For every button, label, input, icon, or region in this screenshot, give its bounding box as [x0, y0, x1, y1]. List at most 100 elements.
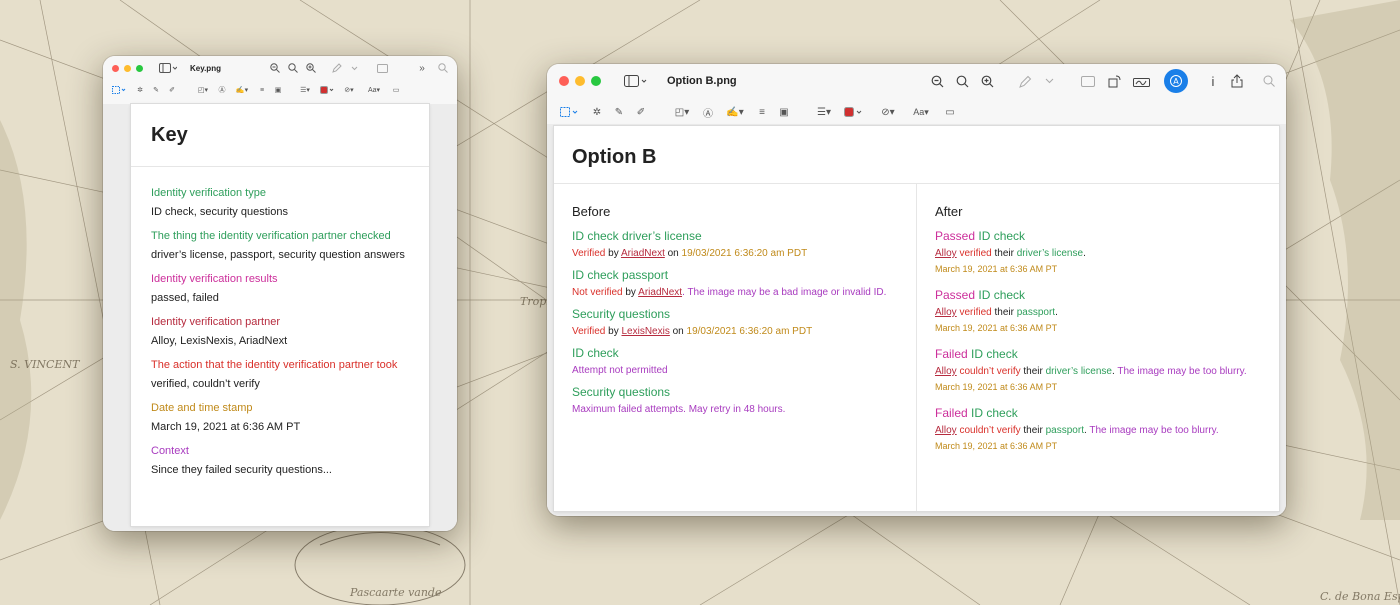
their-text: their [1023, 366, 1043, 377]
zoom-fit-icon[interactable] [954, 73, 970, 89]
instant-alpha-icon[interactable]: ✲ [135, 85, 145, 95]
by-text: by [608, 248, 619, 259]
rotate-icon[interactable] [1106, 73, 1122, 89]
close-button[interactable] [559, 76, 569, 86]
sketch-icon[interactable]: ✎ [151, 85, 161, 95]
sign-icon[interactable]: ✍▾ [723, 105, 747, 119]
timestamp: March 19, 2021 at 6:36 AM PT [935, 441, 1058, 451]
minimize-button[interactable] [575, 76, 585, 86]
key-value-timestamp: March 19, 2021 at 6:36 AM PT [151, 421, 301, 433]
zoom-out-icon[interactable] [269, 62, 281, 74]
shapes-icon[interactable]: ◰▾ [671, 105, 693, 119]
option-heading: Option B [572, 146, 657, 168]
selection-tool-icon[interactable] [559, 105, 581, 119]
chevron-down-icon[interactable] [349, 62, 359, 74]
zoom-in-icon[interactable] [979, 73, 995, 89]
partner-link[interactable]: LexisNexis [621, 326, 669, 337]
zoom-button[interactable] [591, 76, 601, 86]
instant-alpha-icon[interactable]: ✲ [591, 105, 603, 119]
search-icon[interactable] [1261, 73, 1277, 89]
key-label-action: The action that the identity verificatio… [151, 359, 398, 371]
key-value-subject: driver’s license, passport, security que… [151, 249, 405, 261]
selection-tool-icon[interactable] [111, 85, 127, 95]
partner-link[interactable]: AriadNext [621, 248, 665, 259]
on-text: on [667, 248, 679, 259]
svg-text:S. VINCENT: S. VINCENT [10, 358, 81, 371]
partner-link[interactable]: Alloy [935, 366, 957, 377]
info-icon[interactable]: i [1206, 73, 1220, 89]
sidebar-toggle-icon[interactable] [623, 72, 649, 90]
check-type: ID check [572, 268, 619, 282]
partner-link[interactable]: Alloy [935, 307, 957, 318]
text-icon[interactable]: Ⓐ [217, 85, 227, 95]
zoom-fit-icon[interactable] [287, 62, 299, 74]
more-icon[interactable]: » [415, 62, 429, 74]
sidebar-toggle-icon[interactable] [158, 62, 178, 74]
draw-icon[interactable]: ✐ [635, 105, 647, 119]
before-heading: Before [572, 204, 611, 219]
annotate-icon[interactable]: ▭ [943, 105, 957, 119]
key-window-title: Key.png [190, 64, 221, 73]
option-document: Option B Before ID check driver’s licens… [554, 126, 1279, 511]
share-icon[interactable] [1229, 73, 1245, 89]
adjust-size-icon[interactable]: ▣ [777, 105, 791, 119]
key-heading-divider [131, 166, 429, 167]
zoom-in-icon[interactable] [305, 62, 317, 74]
text-style-icon[interactable]: Aa▾ [365, 85, 383, 95]
context-text: . The image may be a bad image or invali… [682, 287, 887, 298]
check-type: Security questions [572, 307, 671, 321]
adjust-color-icon[interactable]: ≡ [257, 85, 267, 95]
partner-link[interactable]: Alloy [935, 248, 957, 259]
crop-icon[interactable] [1080, 73, 1096, 89]
action-status: Not verified [572, 287, 623, 298]
key-label-results: Identity verification results [151, 273, 278, 285]
sign-icon[interactable]: ✍▾ [233, 85, 251, 95]
key-label-type: Identity verification type [151, 187, 266, 199]
timestamp: March 19, 2021 at 6:36 AM PT [935, 382, 1058, 392]
key-document: Key Identity verification type ID check,… [131, 104, 429, 526]
adjust-size-icon[interactable]: ▣ [273, 85, 283, 95]
key-canvas: Key Identity verification type ID check,… [103, 104, 457, 531]
crop-icon[interactable] [375, 62, 389, 74]
check-type: ID check [978, 229, 1026, 243]
border-color-icon[interactable] [319, 85, 335, 95]
draw-icon[interactable]: ✐ [167, 85, 177, 95]
action-status: verified [959, 307, 992, 318]
action-status: Verified [572, 248, 606, 259]
markup-toolbar: ✲ ✎ ✐ ◰▾ Ⓐ ✍▾ ≡ ▣ ☰▾ ⊘▾ Aa▾ ▭ [559, 104, 959, 120]
partner-link[interactable]: Alloy [935, 425, 957, 436]
markup-pen-icon[interactable] [331, 62, 343, 74]
shape-style-icon[interactable]: ☰▾ [297, 85, 313, 95]
shape-style-icon[interactable]: ☰▾ [813, 105, 835, 119]
option-window-titlebar: Option B.png A i ✲ ✎ ✐ ◰▾ Ⓐ ✍▾ ≡ ▣ ☰▾ ⊘▾… [547, 64, 1286, 124]
check-type: Security questions [572, 385, 671, 399]
markup-pen-icon[interactable] [1017, 73, 1033, 89]
action-status: couldn’t verify [959, 366, 1021, 377]
partner-link[interactable]: AriadNext [638, 287, 682, 298]
fill-color-icon[interactable]: ⊘▾ [341, 85, 357, 95]
signature-icon[interactable] [1131, 73, 1151, 89]
shapes-icon[interactable]: ◰▾ [195, 85, 211, 95]
check-subject: passport [622, 268, 669, 282]
close-button[interactable] [112, 65, 119, 72]
after-heading: After [935, 204, 963, 219]
zoom-out-icon[interactable] [929, 73, 945, 89]
zoom-button[interactable] [136, 65, 143, 72]
fill-color-icon[interactable]: ⊘▾ [877, 105, 899, 119]
account-icon[interactable]: A [1164, 69, 1188, 93]
sketch-icon[interactable]: ✎ [613, 105, 625, 119]
text-icon[interactable]: Ⓐ [701, 105, 715, 120]
border-color-icon[interactable] [843, 105, 865, 119]
annotate-icon[interactable]: ▭ [391, 85, 401, 95]
key-label-context: Context [151, 445, 189, 457]
check-subject: passport [1016, 307, 1056, 318]
search-icon[interactable] [437, 62, 449, 74]
adjust-color-icon[interactable]: ≡ [755, 105, 769, 119]
text-style-icon[interactable]: Aa▾ [909, 105, 933, 119]
chevron-down-icon[interactable] [1043, 73, 1055, 89]
key-preview-window: Key.png » ✲ ✎ ✐ ◰▾ Ⓐ ✍▾ ≡ ▣ ☰▾ ⊘▾ Aa▾ ▭ … [103, 56, 457, 531]
their-text: their [994, 248, 1014, 259]
minimize-button[interactable] [124, 65, 131, 72]
action-status: verified [959, 248, 992, 259]
key-value-context: Since they failed security questions... [151, 464, 332, 476]
